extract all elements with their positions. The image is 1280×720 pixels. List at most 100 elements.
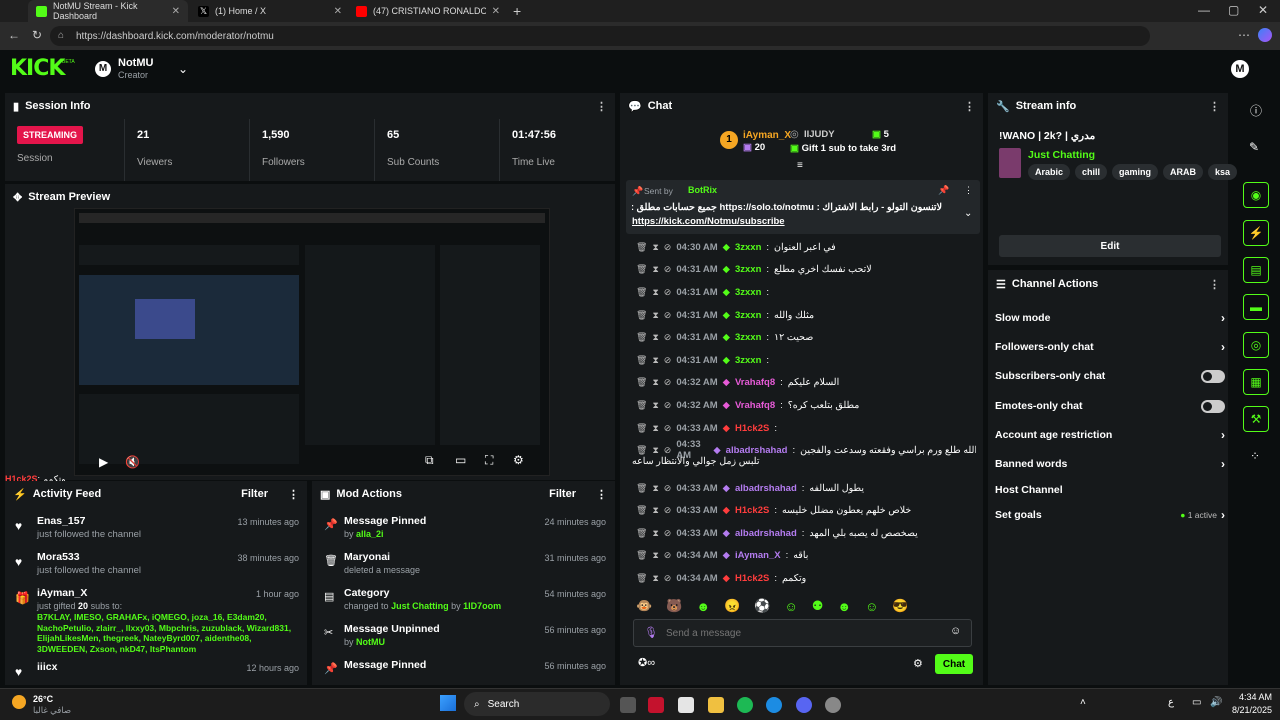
chevron-up-icon[interactable]: ˄: [1080, 697, 1086, 708]
emoji-icon[interactable]: ☺: [950, 625, 961, 637]
subscribe-link[interactable]: https://kick.com/Notmu/subscribe: [632, 216, 785, 227]
more-options-icon[interactable]: ⋮: [596, 488, 607, 501]
delete-icon[interactable]: 🗑: [636, 264, 647, 275]
more-options-icon[interactable]: ⋮: [596, 100, 607, 113]
message-username[interactable]: albadrshahad: [735, 483, 797, 494]
timeout-icon[interactable]: ⧗: [652, 400, 658, 411]
close-icon[interactable]: ✕: [334, 6, 342, 17]
timeout-icon[interactable]: ⧗: [652, 242, 658, 253]
message-username[interactable]: 3zxxn: [735, 355, 761, 366]
action-set-goals[interactable]: Set goals ● 1 active ›: [995, 505, 1225, 525]
ban-icon[interactable]: ⊘: [664, 377, 672, 388]
delete-icon[interactable]: 🗑: [636, 287, 647, 298]
ban-icon[interactable]: ⊘: [664, 505, 672, 516]
tag[interactable]: gaming: [1112, 164, 1159, 180]
lightning-icon[interactable]: ⚡: [1243, 220, 1269, 246]
message-username[interactable]: 3zxxn: [735, 287, 761, 298]
ban-icon[interactable]: ⊘: [664, 332, 672, 343]
chat-input[interactable]: [666, 625, 936, 641]
action-account-age[interactable]: Account age restriction ›: [995, 425, 1225, 445]
edge-icon[interactable]: [766, 697, 782, 713]
delete-icon[interactable]: 🗑: [636, 310, 647, 321]
close-icon[interactable]: ✕: [492, 6, 500, 17]
ban-icon[interactable]: ⊘: [664, 242, 672, 253]
user-avatar[interactable]: M: [1231, 60, 1249, 78]
ban-icon[interactable]: ⊘: [664, 264, 672, 275]
url-input[interactable]: ⌂ https://dashboard.kick.com/moderator/n…: [50, 26, 1150, 46]
clock-date[interactable]: 8/21/2025: [1222, 705, 1272, 715]
more-options-icon[interactable]: ⋮: [964, 185, 973, 196]
timeout-icon[interactable]: ⧗: [652, 573, 658, 584]
new-tab-icon[interactable]: +: [513, 3, 521, 19]
timeout-icon[interactable]: ⧗: [652, 264, 658, 275]
close-icon[interactable]: ✕: [172, 6, 180, 17]
action-host-channel[interactable]: Host Channel: [995, 480, 1225, 500]
fullscreen-icon[interactable]: ⛶: [485, 453, 493, 468]
delete-icon[interactable]: 🗑: [636, 355, 647, 366]
volume-icon[interactable]: 🔊: [1210, 697, 1222, 708]
info-icon[interactable]: ⓘ: [1250, 102, 1262, 119]
clock-time[interactable]: 4:34 AM: [1232, 692, 1272, 702]
app-icon[interactable]: [825, 697, 841, 713]
message-username[interactable]: albadrshahad: [735, 528, 797, 539]
emote-icon[interactable]: ☻: [837, 599, 851, 614]
discord-icon[interactable]: [796, 697, 812, 713]
subscribers-only-toggle[interactable]: [1201, 369, 1225, 383]
back-icon[interactable]: ←: [8, 28, 20, 42]
more-options-icon[interactable]: ⋮: [288, 488, 299, 501]
tab-x-home[interactable]: 𝕏 (1) Home / X ✕: [190, 0, 350, 22]
more-options-icon[interactable]: ⋮: [1209, 278, 1220, 291]
chat-bubble-icon[interactable]: ▬: [1243, 294, 1269, 320]
emote-icon[interactable]: 😠: [724, 598, 740, 614]
store-icon[interactable]: [678, 697, 694, 713]
ban-icon[interactable]: ⊘: [664, 483, 672, 494]
explorer-icon[interactable]: [708, 697, 724, 713]
timeout-icon[interactable]: ⧗: [652, 445, 658, 456]
emote-icon[interactable]: ☺: [865, 599, 878, 614]
emote-icon[interactable]: 😎: [892, 598, 908, 614]
window-close-icon[interactable]: ✕: [1258, 3, 1268, 17]
timeout-icon[interactable]: ⧗: [652, 423, 658, 434]
delete-icon[interactable]: 🗑: [636, 332, 647, 343]
ban-icon[interactable]: ⊘: [664, 310, 672, 321]
timeout-icon[interactable]: ⧗: [652, 505, 658, 516]
emote-icon[interactable]: 🐵: [636, 598, 652, 614]
task-view-icon[interactable]: [620, 697, 636, 713]
spotify-icon[interactable]: [737, 697, 753, 713]
action-followers-only[interactable]: Followers-only chat ›: [995, 337, 1225, 357]
more-icon[interactable]: ⋯: [1238, 28, 1250, 42]
ban-icon[interactable]: ⊘: [664, 550, 672, 561]
message-username[interactable]: Vrahafq8: [735, 377, 775, 388]
ban-icon[interactable]: ⊘: [664, 528, 672, 539]
timeout-icon[interactable]: ⧗: [652, 483, 658, 494]
tag[interactable]: chill: [1075, 164, 1108, 180]
chevron-down-icon[interactable]: ⌄: [178, 62, 188, 76]
emote-icon[interactable]: ☻: [696, 599, 710, 614]
filter-button[interactable]: Filter: [241, 488, 268, 500]
ban-icon[interactable]: ⊘: [664, 445, 672, 456]
ban-icon[interactable]: ⊘: [664, 287, 672, 298]
broadcast-icon[interactable]: ◎: [1243, 332, 1269, 358]
timeout-icon[interactable]: ⧗: [652, 332, 658, 343]
delete-icon[interactable]: 🗑: [636, 483, 647, 494]
delete-icon[interactable]: 🗑: [636, 505, 647, 516]
play-icon[interactable]: ▶: [99, 455, 108, 469]
ban-icon[interactable]: ⊘: [664, 400, 672, 411]
emote-icon[interactable]: 🐻: [666, 598, 682, 614]
more-options-icon[interactable]: ⋮: [964, 100, 975, 113]
timeout-icon[interactable]: ⧗: [652, 377, 658, 388]
emote-icon[interactable]: ⚽: [754, 598, 770, 614]
windows-start-icon[interactable]: [440, 695, 456, 711]
message-username[interactable]: Vrahafq8: [735, 400, 775, 411]
message-username[interactable]: H1ck2S: [735, 505, 769, 516]
collapse-icon[interactable]: ≡: [797, 160, 803, 171]
tag[interactable]: ksa: [1208, 164, 1238, 180]
timeout-icon[interactable]: ⧗: [652, 287, 658, 298]
more-options-icon[interactable]: ⋮: [1209, 100, 1220, 113]
gift-cta[interactable]: ▣ Gift 1 sub to take 3rd: [790, 143, 896, 154]
ticket-icon[interactable]: ✪∞: [638, 656, 655, 669]
tab-kick-dashboard[interactable]: NotMU Stream - Kick Dashboard ✕: [28, 0, 188, 22]
language-indicator[interactable]: ع: [1168, 697, 1174, 708]
site-info-icon[interactable]: ⌂: [58, 30, 64, 41]
timeout-icon[interactable]: ⧗: [652, 550, 658, 561]
